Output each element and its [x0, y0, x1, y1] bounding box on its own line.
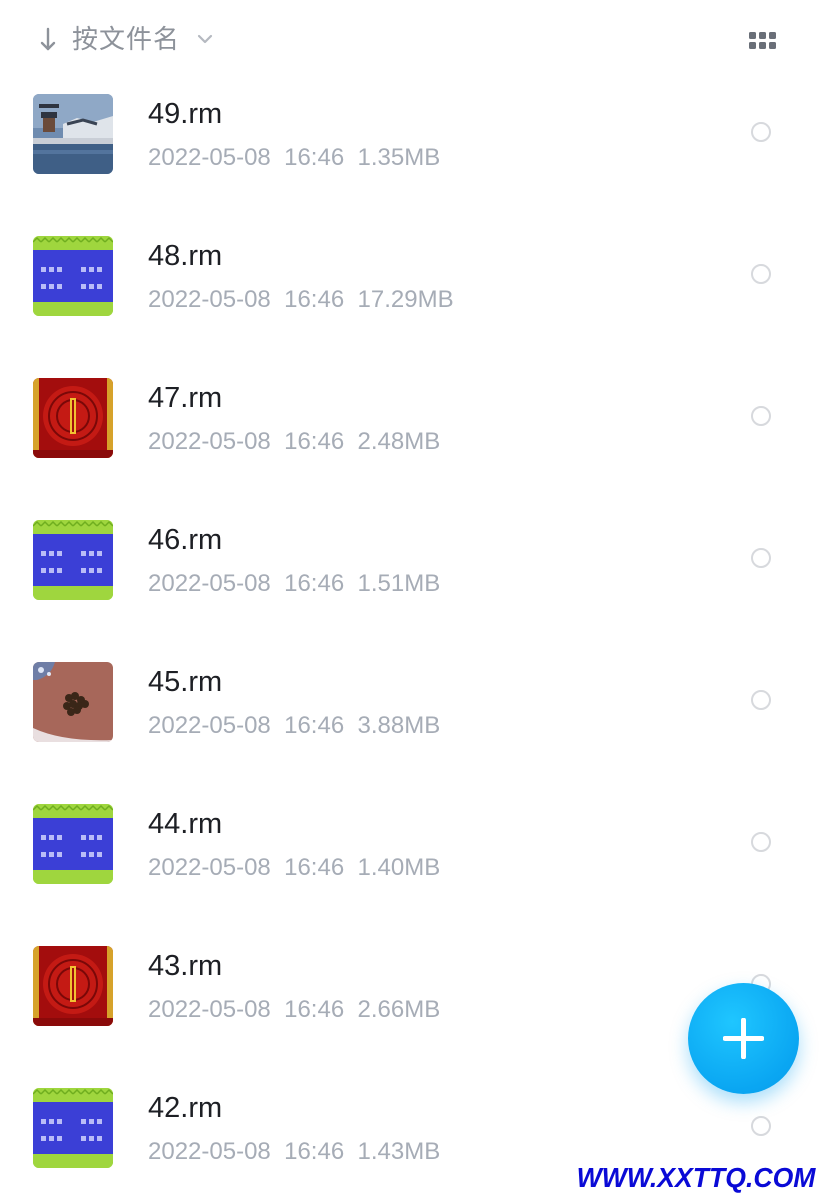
file-thumbnail: [33, 94, 113, 174]
add-button[interactable]: [688, 983, 799, 1094]
grid-view-icon[interactable]: [748, 30, 778, 52]
file-meta: 2022-05-08 16:46 1.40MB: [148, 852, 440, 884]
file-date: 2022-05-08: [148, 996, 271, 1023]
file-thumbnail: [33, 236, 113, 316]
file-date: 2022-05-08: [148, 286, 271, 313]
file-row[interactable]: 44.rm 2022-05-08 16:46 1.40MB: [0, 772, 821, 914]
chevron-down-icon[interactable]: [196, 32, 214, 46]
select-radio[interactable]: [751, 690, 771, 710]
file-date: 2022-05-08: [148, 144, 271, 171]
file-time: 16:46: [284, 854, 345, 881]
file-thumbnail: [33, 804, 113, 884]
down-arrow-icon[interactable]: [38, 26, 58, 54]
file-time: 16:46: [284, 570, 345, 597]
file-meta: 2022-05-08 16:46 1.51MB: [148, 568, 440, 600]
file-thumbnail: [33, 520, 113, 600]
file-name: 46.rm: [148, 524, 223, 556]
file-time: 16:46: [284, 144, 345, 171]
file-date: 2022-05-08: [148, 570, 271, 597]
plus-icon: [723, 1018, 764, 1059]
watermark: WWW.XXTTQ.COM: [576, 1162, 815, 1193]
select-radio[interactable]: [751, 406, 771, 426]
file-meta: 2022-05-08 16:46 1.43MB: [148, 1136, 440, 1168]
file-size: 2.66MB: [357, 996, 441, 1023]
file-meta: 2022-05-08 16:46 2.66MB: [148, 994, 440, 1026]
file-row[interactable]: 48.rm 2022-05-08 16:46 17.29MB: [0, 204, 821, 346]
file-row[interactable]: 46.rm 2022-05-08 16:46 1.51MB: [0, 488, 821, 630]
file-time: 16:46: [284, 712, 345, 739]
file-date: 2022-05-08: [148, 1138, 271, 1165]
file-date: 2022-05-08: [148, 428, 271, 455]
select-radio[interactable]: [751, 264, 771, 284]
file-name: 43.rm: [148, 950, 223, 982]
file-name: 47.rm: [148, 382, 223, 414]
file-row[interactable]: 49.rm 2022-05-08 16:46 1.35MB: [0, 62, 821, 204]
sort-label[interactable]: 按文件名: [72, 22, 180, 58]
file-thumbnail: [33, 662, 113, 742]
file-thumbnail: [33, 1088, 113, 1168]
file-meta: 2022-05-08 16:46 1.35MB: [148, 142, 440, 174]
file-meta: 2022-05-08 16:46 17.29MB: [148, 284, 454, 316]
file-row[interactable]: 47.rm 2022-05-08 16:46 2.48MB: [0, 346, 821, 488]
file-size: 17.29MB: [357, 286, 454, 313]
file-name: 42.rm: [148, 1092, 223, 1124]
file-size: 1.43MB: [357, 1138, 441, 1165]
file-size: 1.51MB: [357, 570, 441, 597]
file-name: 44.rm: [148, 808, 223, 840]
file-size: 1.40MB: [357, 854, 441, 881]
file-date: 2022-05-08: [148, 854, 271, 881]
file-size: 1.35MB: [357, 144, 441, 171]
file-time: 16:46: [284, 286, 345, 313]
file-name: 48.rm: [148, 240, 223, 272]
file-name: 49.rm: [148, 98, 223, 130]
select-radio[interactable]: [751, 832, 771, 852]
file-size: 2.48MB: [357, 428, 441, 455]
select-radio[interactable]: [751, 1116, 771, 1136]
file-size: 3.88MB: [357, 712, 441, 739]
file-thumbnail: [33, 946, 113, 1026]
file-meta: 2022-05-08 16:46 2.48MB: [148, 426, 440, 458]
file-time: 16:46: [284, 428, 345, 455]
select-radio[interactable]: [751, 122, 771, 142]
file-date: 2022-05-08: [148, 712, 271, 739]
file-row[interactable]: 45.rm 2022-05-08 16:46 3.88MB: [0, 630, 821, 772]
file-name: 45.rm: [148, 666, 223, 698]
file-meta: 2022-05-08 16:46 3.88MB: [148, 710, 440, 742]
file-time: 16:46: [284, 1138, 345, 1165]
file-thumbnail: [33, 378, 113, 458]
file-time: 16:46: [284, 996, 345, 1023]
select-radio[interactable]: [751, 548, 771, 568]
